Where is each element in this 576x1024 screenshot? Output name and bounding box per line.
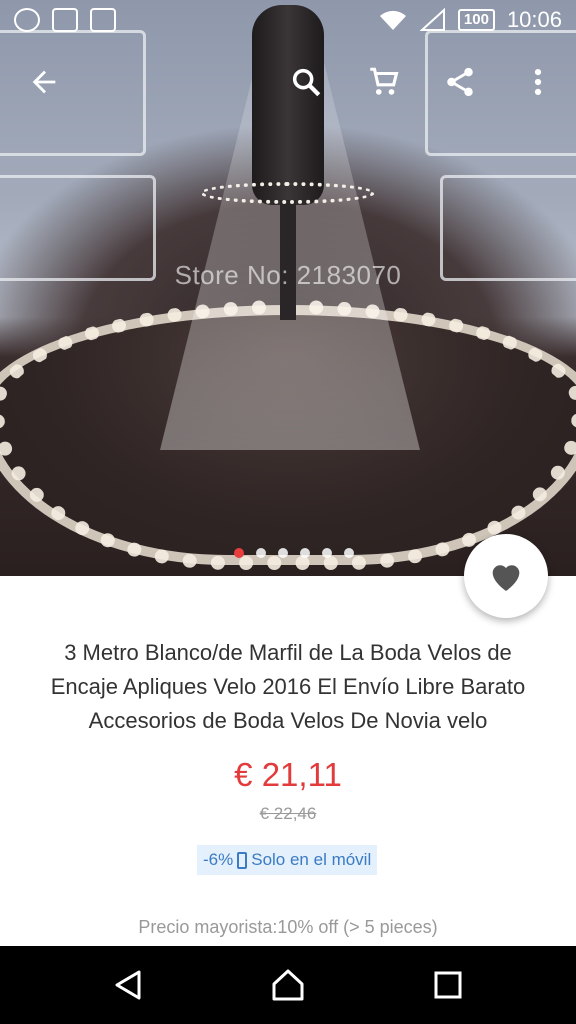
mobile-discount-badge: -6% Solo en el móvil <box>197 845 378 875</box>
discount-percent: -6% <box>203 850 234 869</box>
cart-icon[interactable] <box>357 52 409 112</box>
phone-icon <box>237 851 248 869</box>
store-watermark: Store No: 2183070 <box>174 260 402 290</box>
product-title-line: Accesorios de Boda Velos De Novia velo <box>88 708 488 733</box>
product-title: 3 Metro Blanco/de Marfil de La Boda Velo… <box>20 636 556 738</box>
top-toolbar <box>0 52 576 112</box>
mobile-only-label: Solo en el móvil <box>251 850 372 869</box>
signal-icon <box>419 8 445 31</box>
heart-icon <box>492 565 520 591</box>
current-price: € 21,11 <box>234 756 342 793</box>
original-price: € 22,46 <box>259 804 317 823</box>
barcode-app-icon <box>14 8 40 32</box>
play-store-icon <box>90 8 116 32</box>
search-icon[interactable] <box>280 52 332 112</box>
pager-dot[interactable] <box>322 548 332 558</box>
back-triangle-icon[interactable] <box>80 946 176 1024</box>
pager-dot[interactable] <box>234 548 244 558</box>
pager-dot[interactable] <box>278 548 288 558</box>
home-icon[interactable] <box>240 946 336 1024</box>
checklist-app-icon <box>52 8 78 32</box>
wishlist-button[interactable] <box>464 534 548 618</box>
wholesale-price-info[interactable]: Precio mayorista:10% off (> 5 pieces) <box>0 917 576 938</box>
veil-comb-trim <box>200 182 375 204</box>
system-nav-bar <box>0 946 576 1024</box>
pager-dot[interactable] <box>344 548 354 558</box>
more-vert-icon[interactable] <box>512 52 564 112</box>
pager-dot[interactable] <box>300 548 310 558</box>
wifi-icon <box>379 10 406 30</box>
product-title-line: 3 Metro Blanco/de Marfil de La Boda Velo… <box>64 640 512 665</box>
back-arrow-icon[interactable] <box>18 52 70 112</box>
status-bar: 100 10:06 <box>0 0 576 40</box>
share-icon[interactable] <box>434 52 486 112</box>
recents-icon[interactable] <box>400 946 496 1024</box>
clock: 10:06 <box>506 7 562 32</box>
pager-dot[interactable] <box>256 548 266 558</box>
battery-icon: 100 <box>457 9 495 31</box>
product-title-line: Encaje Apliques Velo 2016 El Envío Libre… <box>50 674 526 699</box>
